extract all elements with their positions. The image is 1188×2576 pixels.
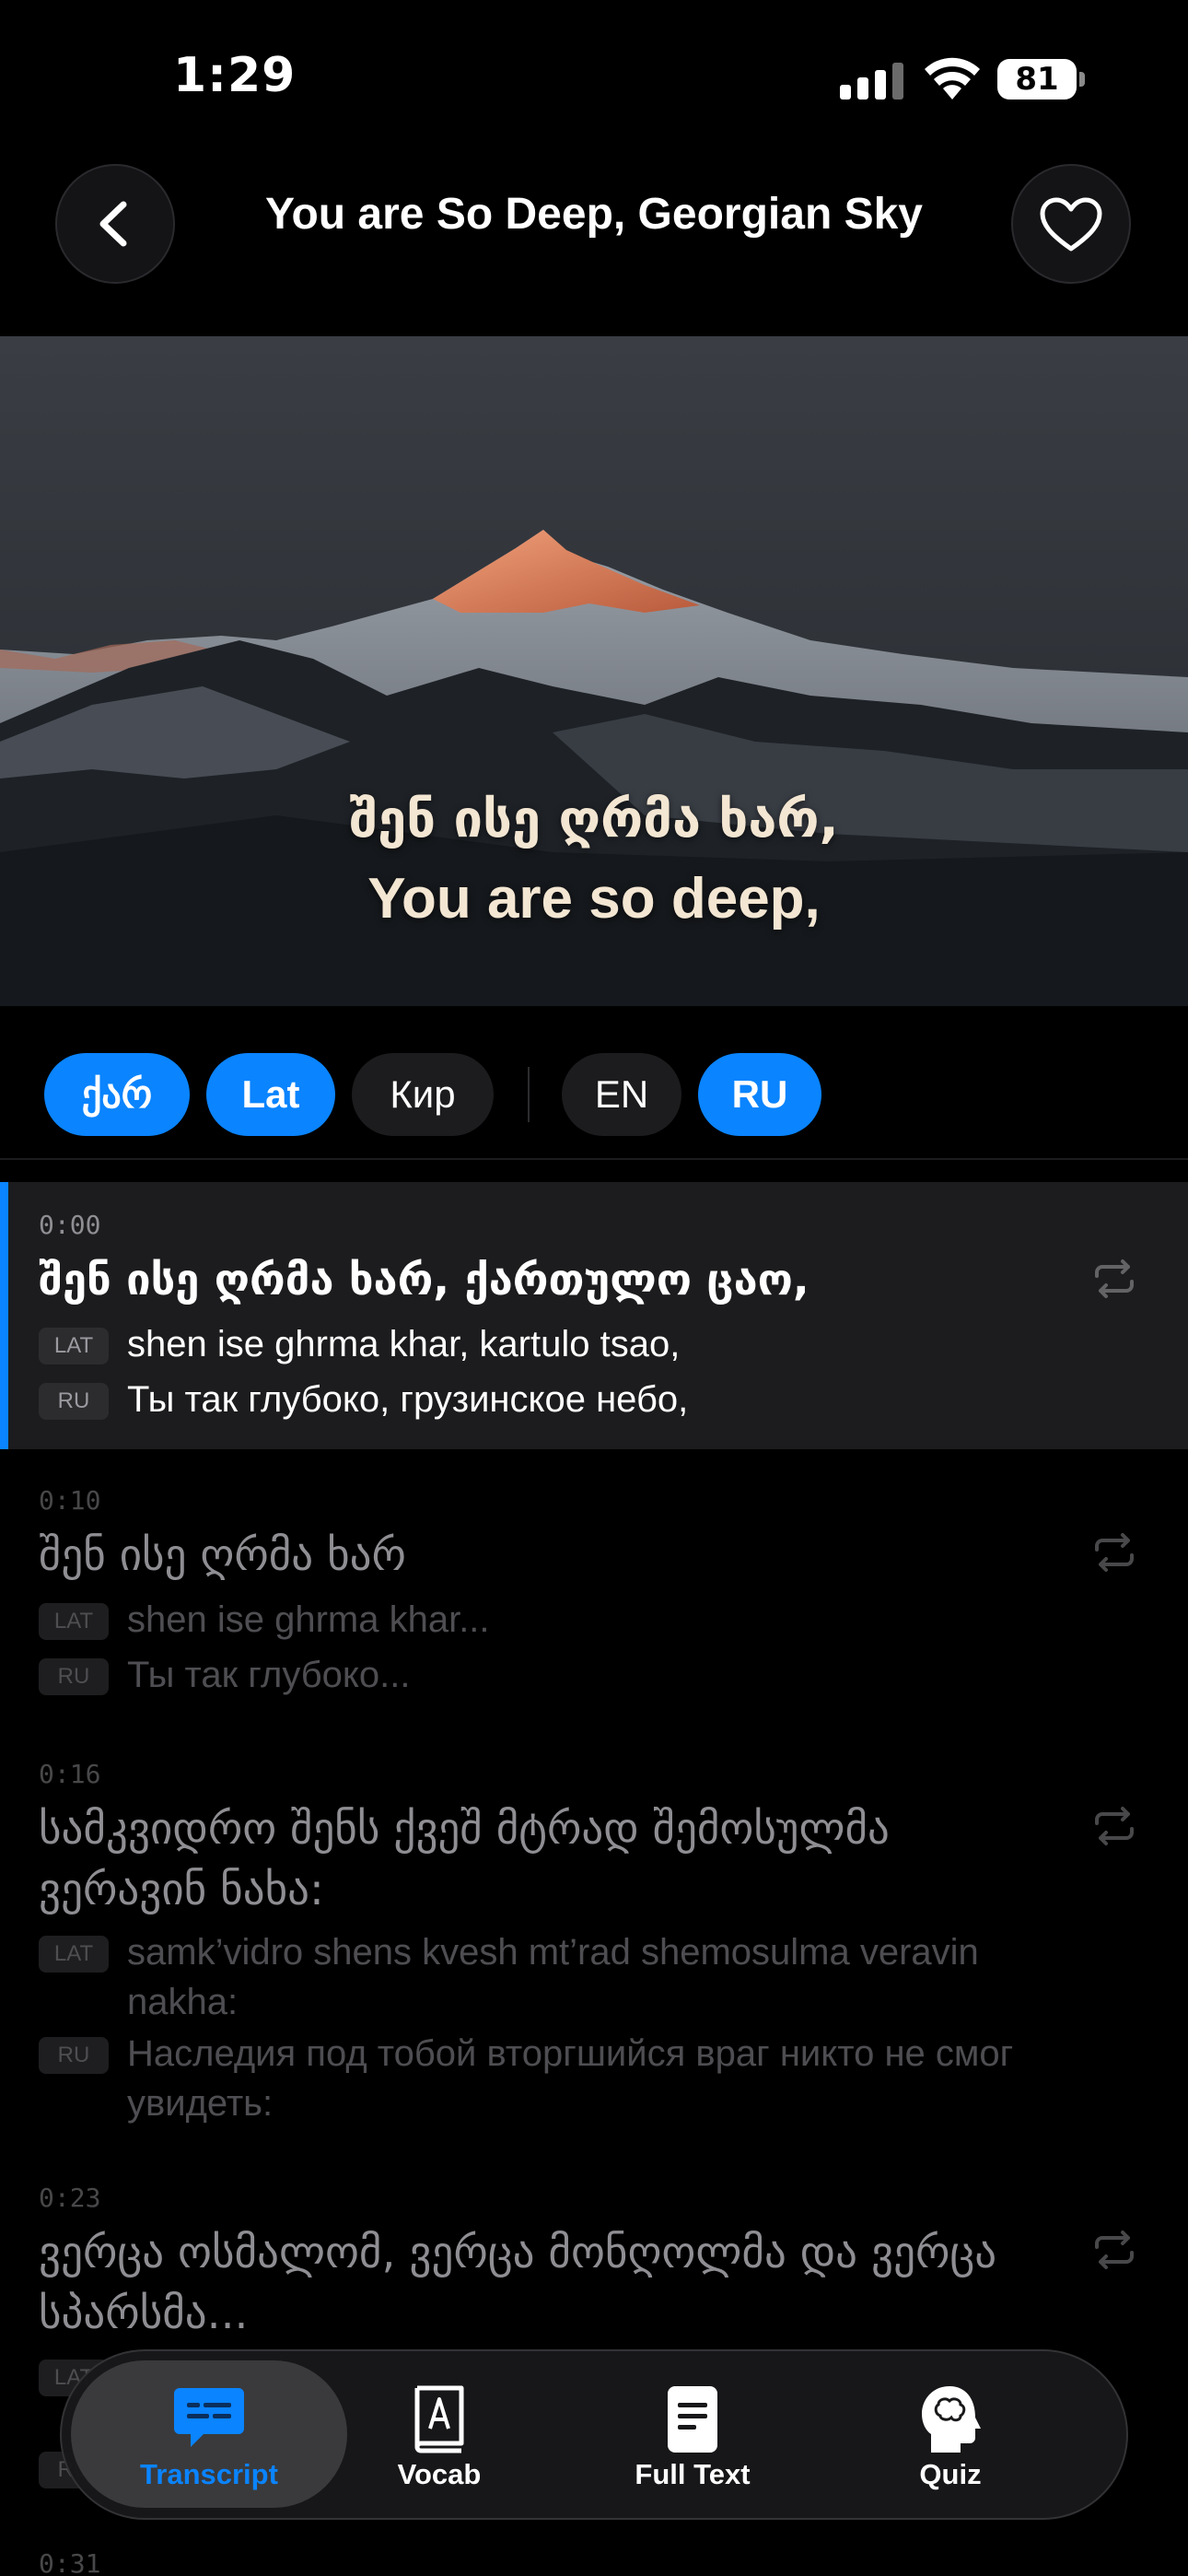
segment-latin: samk’vidro shens kvesh mt’rad shemosulma… [127,1932,979,2022]
segment-latin: shen ise ghrma khar... [127,1599,490,1640]
page-title: You are So Deep, Georgian Sky [265,190,923,239]
segment-russian: Наследия под тобой вторгшийся враг никто… [127,2033,1014,2124]
repeat-icon[interactable] [1091,1805,1137,1847]
subtitle-georgian: შენ ისე ღრმა ხარ, [349,790,839,849]
segment-timestamp: 0:16 [39,1759,101,1789]
segment-russian: Ты так глубоко, грузинское небо, [127,1379,689,1420]
active-indicator [0,1182,8,1449]
heart-icon [1040,197,1102,252]
tab-label: Quiz [919,2458,982,2490]
video-player[interactable]: შენ ისე ღრმა ხარ, You are so deep, [0,336,1188,1006]
tab-vocab[interactable]: Vocab [329,2360,550,2508]
battery-cap [1079,72,1085,87]
tab-quiz[interactable]: Quiz [835,2360,1066,2508]
tab-label: Transcript [140,2458,278,2490]
segment-timestamp: 0:00 [39,1210,101,1240]
lat-tag: LAT [39,1936,109,1973]
ru-tag: RU [39,2037,109,2074]
transcript-segment[interactable]: 0:00 შენ ისე ღრმა ხარ, ქართულო ცაო, LAT … [0,1182,1188,1449]
subtitle-english: You are so deep, [367,867,821,931]
battery-indicator: 81 [997,59,1086,100]
divider [0,1158,1188,1160]
cellular-signal-icon [840,63,903,100]
tab-full-text[interactable]: Full Text [577,2360,808,2508]
repeat-icon[interactable] [1091,1258,1137,1300]
toggle-georgian-script[interactable]: ქარ [44,1053,190,1136]
transcript-segment[interactable]: 0:16 სამკვიდრო შენს ქვეშ მტრად შემოსულმა… [0,1748,1188,2135]
toggle-english[interactable]: EN [562,1053,681,1136]
tab-label: Vocab [397,2458,482,2490]
transcript-segment[interactable]: 0:31 [0,2543,1188,2576]
toggle-russian[interactable]: RU [698,1053,821,1136]
segment-georgian: სამკვიდრო შენს ქვეშ მტრად შემოსულმა ვერა… [39,1804,890,1915]
bottom-tab-bar: Transcript Vocab Full Text Quiz [60,2349,1128,2520]
back-button[interactable] [55,164,175,284]
segment-georgian: შენ ისე ღრმა ხარ [39,1530,406,1581]
lat-tag: LAT [39,1603,109,1640]
segment-georgian: შენ ისე ღრმა ხარ, ქართულო ცაო, [39,1255,809,1306]
toggle-latin-script[interactable]: Lat [206,1053,335,1136]
segment-latin: shen ise ghrma khar, kartulo tsao, [127,1324,681,1364]
chevron-left-icon [99,201,127,247]
toggle-cyrillic-script[interactable]: Кир [352,1053,494,1136]
ru-tag: RU [39,1658,109,1695]
status-bar: 1:29 81 [0,0,1188,157]
repeat-icon[interactable] [1091,1531,1137,1574]
segment-timestamp: 0:10 [39,1485,101,1516]
vocab-book-icon [414,2385,464,2453]
tab-transcript[interactable]: Transcript [71,2360,347,2508]
favorite-button[interactable] [1011,164,1131,284]
document-icon [668,2386,717,2453]
repeat-icon[interactable] [1091,2229,1137,2271]
segment-georgian: ვერცა ოსმალომ, ვერცა მონღოლმა და ვერცა ს… [39,2228,997,2339]
status-time: 1:29 [173,48,297,103]
ru-tag: RU [39,1383,109,1420]
lat-tag: LAT [39,1328,109,1364]
segment-timestamp: 0:23 [39,2183,101,2213]
brain-head-icon [922,2386,981,2453]
toggle-divider [528,1067,530,1122]
transcript-segment[interactable]: 0:10 შენ ისე ღრმა ხარ LAT shen ise ghrma… [0,1474,1188,1723]
wifi-icon [925,57,980,100]
transcript-icon [174,2388,244,2447]
tab-label: Full Text [635,2458,751,2490]
segment-timestamp: 0:31 [39,2548,101,2576]
battery-level: 81 [997,59,1077,100]
segment-russian: Ты так глубоко... [127,1655,411,1695]
